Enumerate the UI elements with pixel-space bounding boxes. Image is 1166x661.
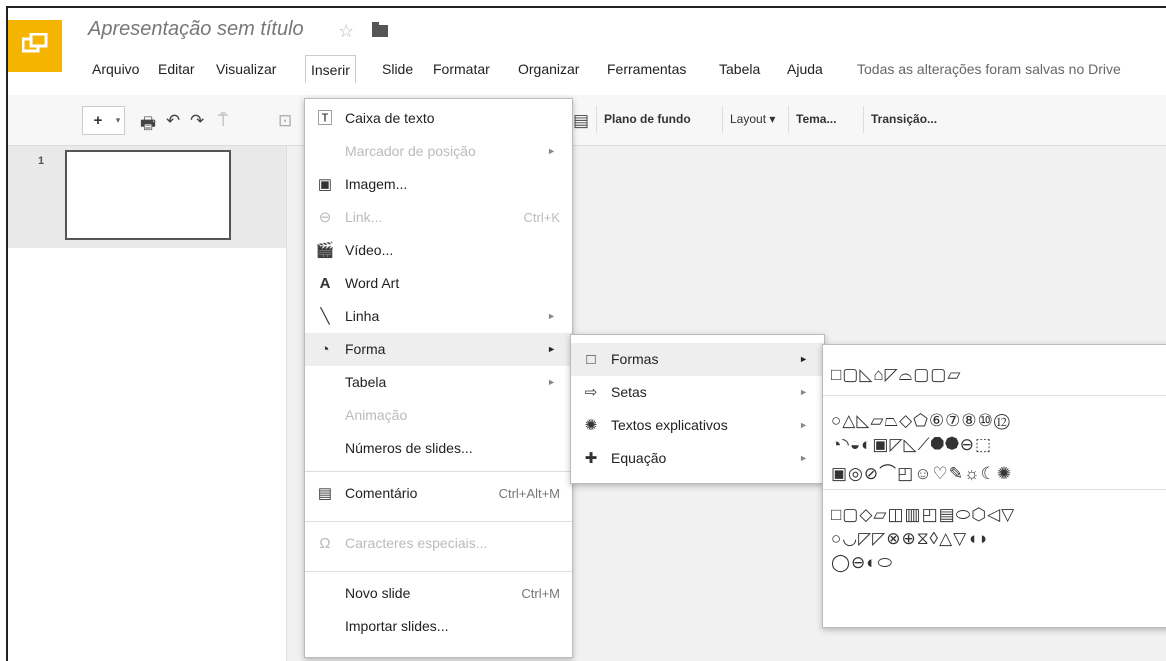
chevron-right-icon: ► bbox=[799, 387, 808, 397]
shapes-row-basic-3[interactable]: ▣◎⊘⌒◰☺♡✎☼☾✺ bbox=[831, 459, 1012, 484]
menu-item-special-characters[interactable]: Ω Caracteres especiais... bbox=[305, 527, 572, 560]
chevron-right-icon: ► bbox=[547, 377, 556, 387]
chevron-right-icon: ► bbox=[799, 420, 808, 430]
menu-item-image[interactable]: ▣ Imagem... bbox=[305, 168, 572, 201]
header: Apresentação sem título ☆ Arquivo Editar… bbox=[8, 8, 1166, 95]
menu-arquivo[interactable]: Arquivo bbox=[92, 61, 139, 77]
slide-thumbnail[interactable] bbox=[65, 150, 231, 240]
shapes-row-flowchart-3[interactable]: ◯⊖◐⬭ bbox=[831, 553, 893, 573]
slides-logo[interactable] bbox=[8, 20, 62, 72]
menu-item-link[interactable]: ⊖ Link... Ctrl+K bbox=[305, 201, 572, 234]
shape-icon: ◔ bbox=[320, 341, 330, 358]
callout-icon: ✺ bbox=[584, 417, 598, 434]
equation-icon: ✚ bbox=[584, 450, 598, 467]
slide-panel: 1 bbox=[8, 146, 287, 661]
background-button[interactable]: Plano de fundo bbox=[596, 106, 698, 133]
shapes-row-flowchart-1[interactable]: □▢◇▱◫▥◰▤⬭⬡◁▽ bbox=[831, 505, 1015, 525]
menu-item-word-art[interactable]: A Word Art bbox=[305, 267, 572, 300]
menu-item-text-box[interactable]: 🅃 Caixa de texto bbox=[305, 102, 572, 135]
square-icon: □ bbox=[586, 351, 596, 368]
link-icon: ⊖ bbox=[318, 209, 332, 226]
menu-item-placeholder[interactable]: Marcador de posição ► bbox=[305, 135, 572, 168]
shapes-row-flowchart-2[interactable]: ○◡◸◸⊗⊕⧖◊△▽◖◗ bbox=[831, 529, 990, 549]
redo-icon[interactable]: ↷ bbox=[190, 111, 204, 131]
menu-item-video[interactable]: 🎬 Vídeo... bbox=[305, 234, 572, 267]
chevron-right-icon: ► bbox=[799, 354, 808, 364]
folder-icon[interactable] bbox=[372, 22, 388, 37]
chevron-right-icon: ► bbox=[547, 344, 556, 354]
menu-item-shapes[interactable]: □ Formas ► bbox=[571, 343, 824, 376]
palette-divider bbox=[823, 489, 1166, 490]
arrow-icon: ⇨ bbox=[584, 384, 598, 401]
slide-number: 1 bbox=[38, 155, 45, 167]
comment-toolbar-icon[interactable]: ▤ bbox=[573, 111, 589, 131]
comment-icon: ▤ bbox=[317, 485, 333, 502]
chevron-right-icon: ► bbox=[547, 146, 556, 156]
shapes-row-basic-1[interactable]: ○△◺▱⏢◇⬠⑥⑦⑧⑩⑫ bbox=[831, 411, 1011, 431]
menu-ferramentas[interactable]: Ferramentas bbox=[607, 61, 686, 77]
menu-item-line[interactable]: ╲ Linha ► bbox=[305, 300, 572, 333]
menu-item-import-slides[interactable]: Importar slides... bbox=[305, 610, 572, 643]
insert-menu: 🅃 Caixa de texto Marcador de posição ► ▣… bbox=[304, 98, 573, 658]
star-icon[interactable]: ☆ bbox=[338, 21, 354, 42]
chevron-right-icon: ► bbox=[799, 453, 808, 463]
save-status[interactable]: Todas as alterações foram salvas no Driv… bbox=[857, 61, 1121, 77]
slide-thumbnail-row[interactable]: 1 bbox=[8, 146, 286, 248]
text-box-icon: 🅃 bbox=[317, 110, 333, 127]
shapes-row-rectangles[interactable]: □▢◺⌂◸⌓▢▢▱ bbox=[831, 365, 961, 385]
menu-item-comment[interactable]: ▤ Comentário Ctrl+Alt+M bbox=[305, 477, 572, 510]
menu-item-equation[interactable]: ✚ Equação ► bbox=[571, 442, 824, 475]
menu-item-new-slide[interactable]: Novo slide Ctrl+M bbox=[305, 577, 572, 610]
image-icon: ▣ bbox=[317, 176, 333, 193]
video-icon: 🎬 bbox=[315, 242, 335, 259]
menu-slide[interactable]: Slide bbox=[382, 61, 413, 77]
layout-button[interactable]: Layout ▾ bbox=[722, 106, 782, 133]
new-slide-dropdown[interactable]: ▾ bbox=[112, 106, 125, 135]
menu-visualizar[interactable]: Visualizar bbox=[216, 61, 276, 77]
menu-editar[interactable]: Editar bbox=[158, 61, 195, 77]
shapes-row-basic-2[interactable]: ◔◝◒◐▣◸◺⟋⯃⯄⊖⬚ bbox=[831, 435, 992, 455]
menu-inserir[interactable]: Inserir bbox=[305, 55, 356, 83]
menu-item-table[interactable]: Tabela ► bbox=[305, 366, 572, 399]
toolbar: + ▾ 🖶 ↶ ↷ ⍑ ⊡ ▤ Plano de fundo Layout ▾ … bbox=[8, 95, 1166, 146]
new-slide-button[interactable]: + bbox=[82, 106, 114, 135]
menu-item-shape[interactable]: ◔ Forma ► bbox=[305, 333, 572, 366]
menu-divider bbox=[305, 571, 572, 572]
menu-item-arrows[interactable]: ⇨ Setas ► bbox=[571, 376, 824, 409]
transition-button[interactable]: Transição... bbox=[863, 106, 944, 133]
menu-item-animation[interactable]: Animação bbox=[305, 399, 572, 432]
document-title[interactable]: Apresentação sem título bbox=[88, 18, 304, 41]
paint-format-icon[interactable]: ⍑ bbox=[218, 111, 228, 131]
menu-item-callouts[interactable]: ✺ Textos explicativos ► bbox=[571, 409, 824, 442]
slides-logo-icon bbox=[22, 33, 48, 53]
menu-organizar[interactable]: Organizar bbox=[518, 61, 579, 77]
shapes-palette: □▢◺⌂◸⌓▢▢▱ ○△◺▱⏢◇⬠⑥⑦⑧⑩⑫ ◔◝◒◐▣◸◺⟋⯃⯄⊖⬚ ▣◎⊘⌒… bbox=[822, 344, 1166, 628]
omega-icon: Ω bbox=[319, 535, 331, 552]
menu-tabela[interactable]: Tabela bbox=[719, 61, 760, 77]
undo-icon[interactable]: ↶ bbox=[166, 111, 180, 131]
palette-divider bbox=[823, 395, 1166, 396]
shape-submenu: □ Formas ► ⇨ Setas ► ✺ Textos explicativ… bbox=[570, 334, 825, 484]
print-icon[interactable]: 🖶 bbox=[140, 111, 156, 140]
theme-button[interactable]: Tema... bbox=[788, 106, 843, 133]
word-art-icon: A bbox=[319, 275, 331, 292]
app-window: Apresentação sem título ☆ Arquivo Editar… bbox=[6, 6, 1166, 661]
zoom-icon[interactable]: ⊡ bbox=[278, 111, 292, 131]
menu-ajuda[interactable]: Ajuda bbox=[787, 61, 823, 77]
menu-divider bbox=[305, 521, 572, 522]
line-icon: ╲ bbox=[320, 308, 330, 325]
menu-item-slide-numbers[interactable]: Números de slides... bbox=[305, 432, 572, 465]
menu-formatar[interactable]: Formatar bbox=[433, 61, 490, 77]
menu-divider bbox=[305, 471, 572, 472]
chevron-right-icon: ► bbox=[547, 311, 556, 321]
